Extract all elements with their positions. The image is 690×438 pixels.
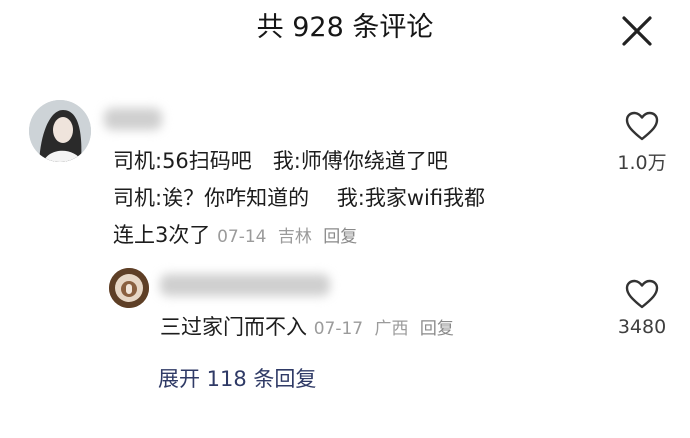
heart-icon bbox=[625, 111, 659, 141]
reply-location: 广西 bbox=[374, 319, 409, 339]
comment-text-line: 司机:诶？你咋知道的 我:我家wifi我都 bbox=[113, 186, 486, 210]
comment-date: 07-14 bbox=[217, 227, 267, 247]
reply-button[interactable]: 回复 bbox=[420, 319, 454, 339]
close-button[interactable] bbox=[618, 12, 656, 50]
reply-text: 三过家门而不入 bbox=[160, 315, 307, 339]
username-blurred bbox=[104, 108, 162, 130]
avatar[interactable] bbox=[29, 100, 91, 162]
avatar-image bbox=[109, 268, 149, 308]
like-count: 1.0万 bbox=[617, 152, 667, 174]
comment-meta: 07-14 吉林 回复 bbox=[217, 227, 357, 247]
reply-date: 07-17 bbox=[313, 319, 364, 339]
avatar-image bbox=[29, 100, 91, 162]
comment-text-line-end: 连上3次了 bbox=[113, 223, 211, 247]
comment-text-line: 连上3次了 07-14 吉林 回复 bbox=[113, 218, 357, 254]
comments-count-title: 共 928 条评论 bbox=[256, 12, 434, 43]
like-button[interactable]: 1.0万 bbox=[607, 110, 677, 175]
reply-text-line: 三过家门而不入 07-17 广西 回复 bbox=[160, 310, 454, 346]
reply-button[interactable]: 回复 bbox=[323, 227, 357, 247]
expand-replies-link[interactable]: 展开 118 条回复 bbox=[158, 362, 316, 396]
reply-meta: 07-17 广西 回复 bbox=[314, 319, 454, 339]
like-count: 3480 bbox=[617, 316, 667, 338]
avatar[interactable] bbox=[109, 268, 149, 308]
comment-location: 吉林 bbox=[277, 227, 312, 247]
close-icon bbox=[622, 16, 652, 46]
like-button[interactable]: 3480 bbox=[607, 278, 677, 338]
username-blurred bbox=[160, 274, 330, 296]
comment-text-line: 司机:56扫码吧 我:师傅你绕道了吧 bbox=[113, 149, 448, 173]
heart-icon bbox=[625, 279, 659, 309]
